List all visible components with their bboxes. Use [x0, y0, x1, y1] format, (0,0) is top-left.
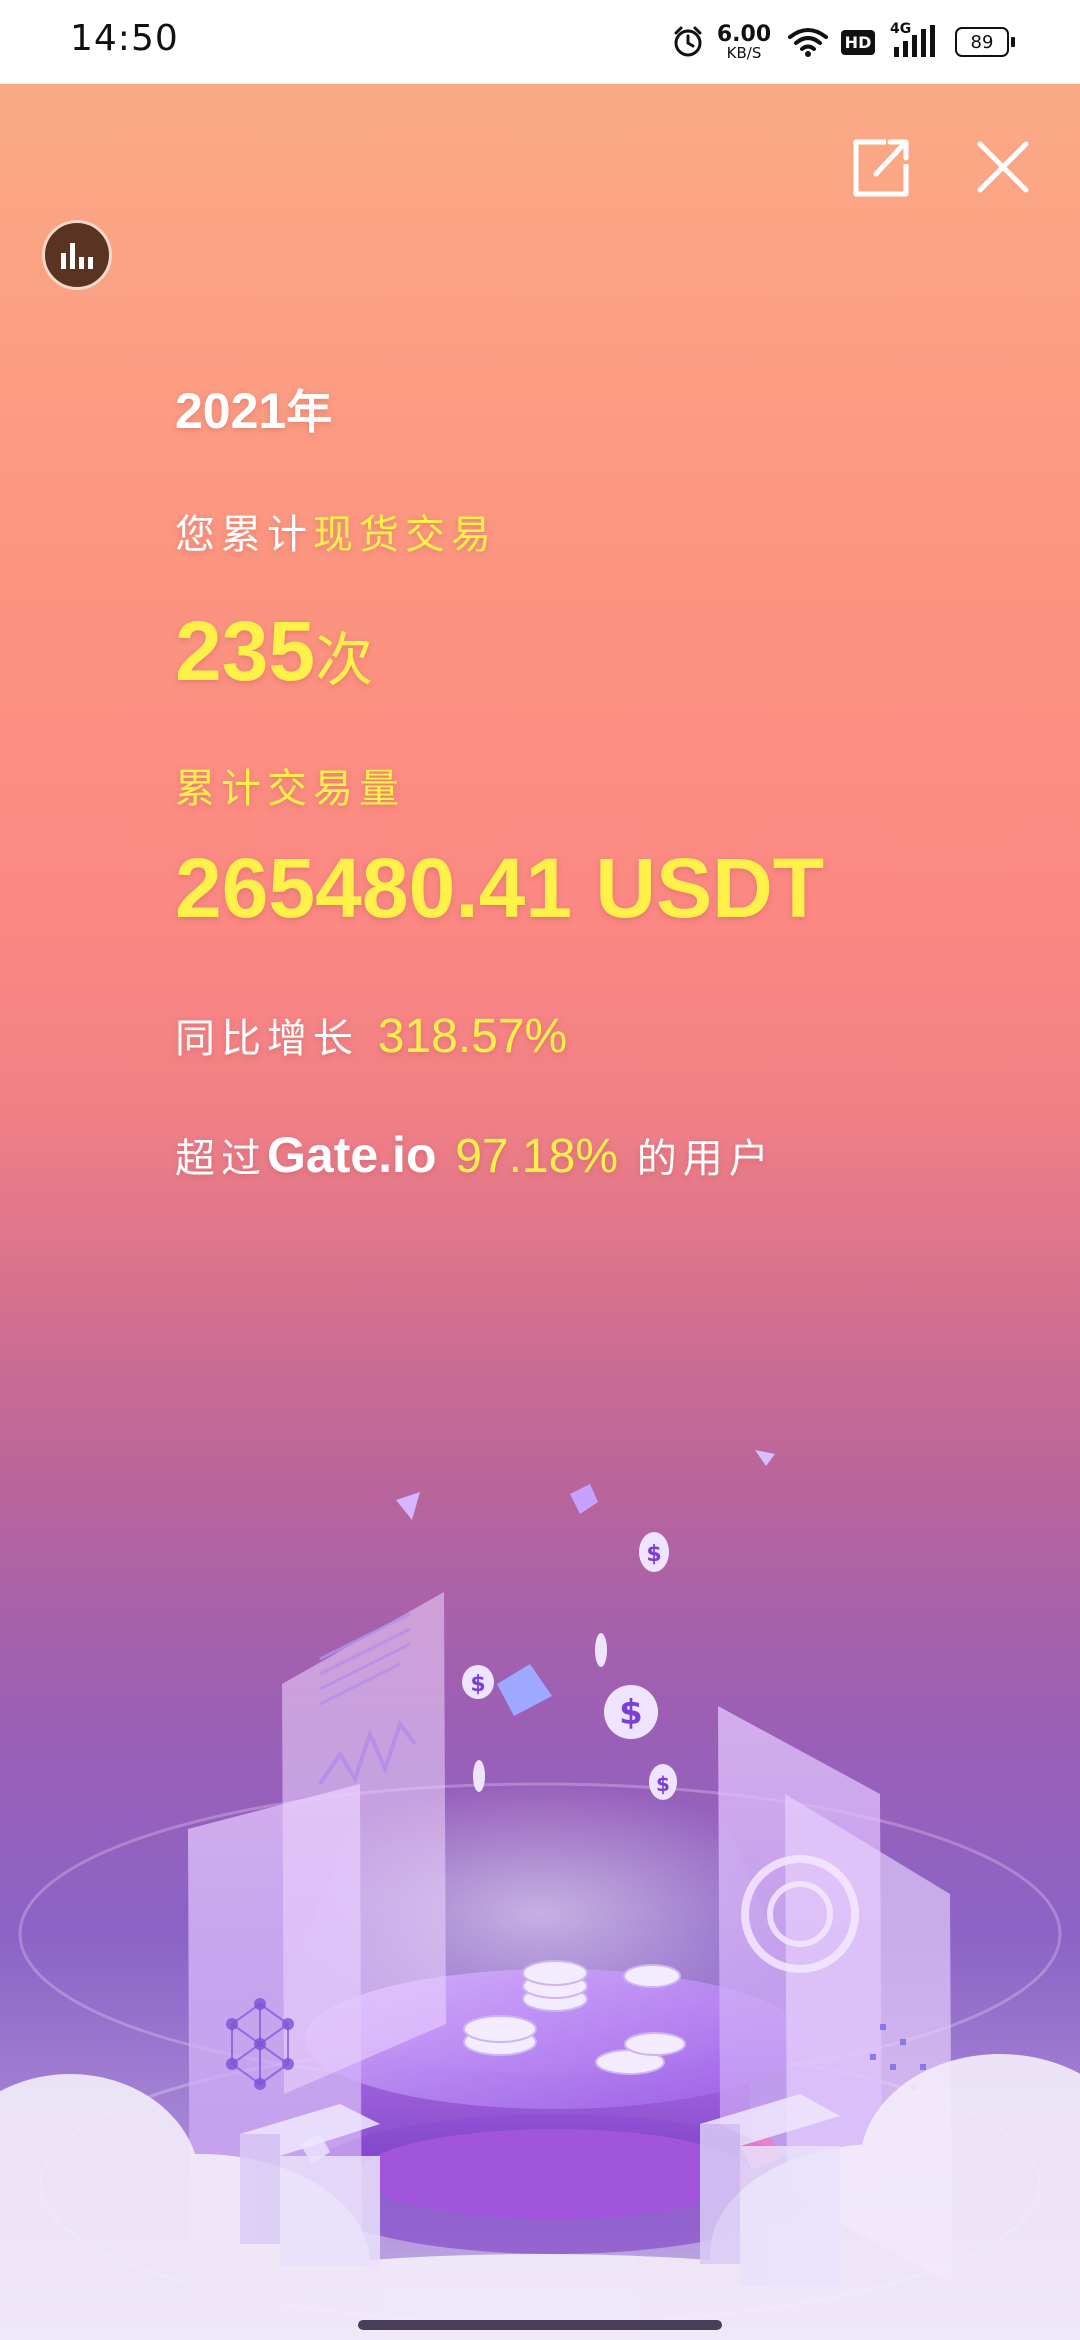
battery-level: 89 — [970, 31, 994, 53]
crypto-illustration: $ $ $ $ — [0, 1450, 1080, 2340]
growth-value: 318.57% — [377, 1010, 568, 1063]
year-value: 2021 — [175, 383, 287, 439]
dollar-coin-icon: $ $ $ $ — [462, 1532, 677, 1800]
year-heading: 2021年 — [175, 376, 332, 442]
close-icon — [977, 141, 1029, 193]
year-suffix: 年 — [286, 385, 333, 439]
exceed-line: 超过Gate.io 97.18% 的用户 — [175, 1126, 775, 1184]
trade-count-value: 235 — [175, 604, 316, 698]
share-button[interactable] — [846, 132, 916, 202]
svg-text:$: $ — [646, 1542, 661, 1567]
trade-count: 235次 — [175, 602, 373, 700]
spot-highlight: 现货交易 — [313, 512, 497, 558]
battery-icon: 89 — [952, 0, 1015, 84]
exceed-brand: Gate.io — [267, 1127, 437, 1183]
volume-value: 265480.41 USDT — [175, 841, 825, 935]
status-bar: 14:50 6.00 KB/S HD 4G 89 — [0, 0, 1080, 84]
close-button[interactable] — [970, 134, 1036, 200]
svg-text:$: $ — [656, 1772, 670, 1796]
signal-icon: 4G — [888, 0, 940, 84]
bar-chart-icon — [61, 243, 93, 269]
hd-badge: HD — [840, 0, 876, 84]
trade-count-unit: 次 — [315, 626, 374, 694]
status-time: 14:50 — [70, 18, 179, 59]
home-indicator[interactable] — [358, 2320, 722, 2330]
hd-label: HD — [840, 29, 876, 55]
exceed-suffix: 的用户 — [636, 1136, 775, 1182]
share-icon — [853, 139, 909, 197]
network-speed-value: 6.00 — [716, 21, 772, 47]
wifi-icon — [784, 0, 832, 84]
network-speed-unit: KB/S — [726, 43, 762, 62]
growth-label: 同比增长 — [175, 1016, 359, 1062]
spot-prefix: 您累计 — [175, 512, 313, 558]
alarm-icon — [668, 0, 708, 84]
growth-line: 同比增长 318.57% — [175, 1006, 567, 1064]
network-speed: 6.00 KB/S — [714, 0, 774, 84]
exceed-value: 97.18% — [455, 1130, 618, 1183]
exceed-prefix: 超过 — [175, 1136, 267, 1182]
annual-report-page: 2021年 您累计现货交易 235次 累计交易量 265480.41 USDT … — [0, 84, 1080, 2340]
volume-label: 累计交易量 — [175, 766, 405, 812]
svg-text:$: $ — [619, 1693, 643, 1733]
screen: 14:50 6.00 KB/S HD 4G 89 2021年 您累计现货交易 2… — [0, 0, 1080, 2340]
stats-button[interactable] — [42, 220, 112, 290]
svg-text:$: $ — [470, 1672, 485, 1697]
spot-trade-label: 您累计现货交易 — [175, 502, 497, 560]
